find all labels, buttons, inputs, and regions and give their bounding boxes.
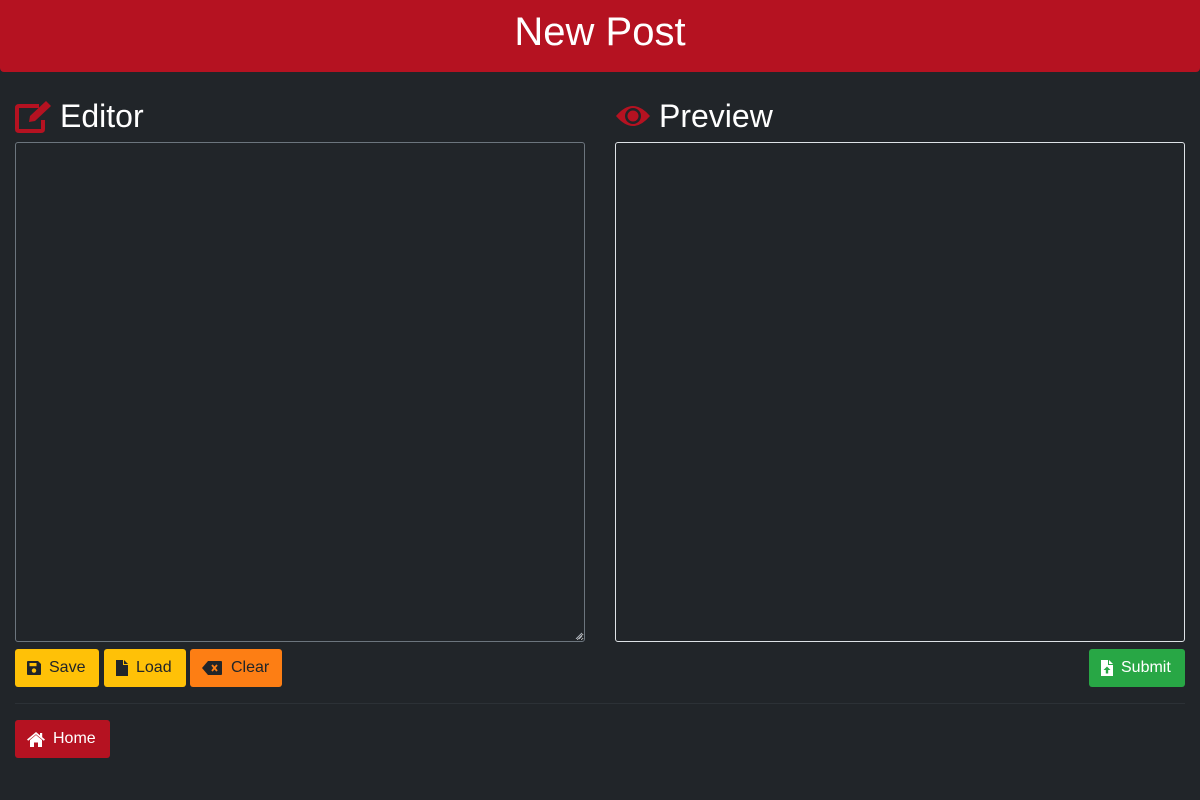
- page-header: New Post: [0, 0, 1200, 72]
- home-icon: [27, 731, 45, 747]
- file-icon: [116, 660, 128, 676]
- backspace-icon: [202, 661, 222, 675]
- load-button[interactable]: Load: [104, 649, 186, 687]
- clear-button[interactable]: Clear: [190, 649, 282, 687]
- page-title: New Post: [514, 10, 686, 54]
- save-button[interactable]: Save: [15, 649, 99, 687]
- load-label: Load: [136, 659, 172, 676]
- resize-handle-icon[interactable]: [573, 630, 583, 640]
- preview-title: Preview: [659, 97, 773, 134]
- editor-heading: Editor: [15, 96, 144, 136]
- home-button[interactable]: Home: [15, 720, 110, 758]
- preview-heading: Preview: [615, 96, 773, 136]
- preview-pane: [615, 142, 1185, 642]
- file-upload-icon: [1101, 660, 1113, 676]
- clear-label: Clear: [231, 659, 270, 676]
- save-label: Save: [49, 659, 86, 676]
- submit-button[interactable]: Submit: [1089, 649, 1185, 687]
- editor-textarea[interactable]: [15, 142, 585, 642]
- editor-title: Editor: [60, 97, 144, 134]
- home-label: Home: [53, 730, 96, 747]
- floppy-disk-icon: [27, 661, 41, 675]
- submit-label: Submit: [1121, 659, 1171, 676]
- divider: [15, 703, 1185, 704]
- edit-icon: [15, 100, 52, 133]
- eye-icon: [615, 102, 651, 130]
